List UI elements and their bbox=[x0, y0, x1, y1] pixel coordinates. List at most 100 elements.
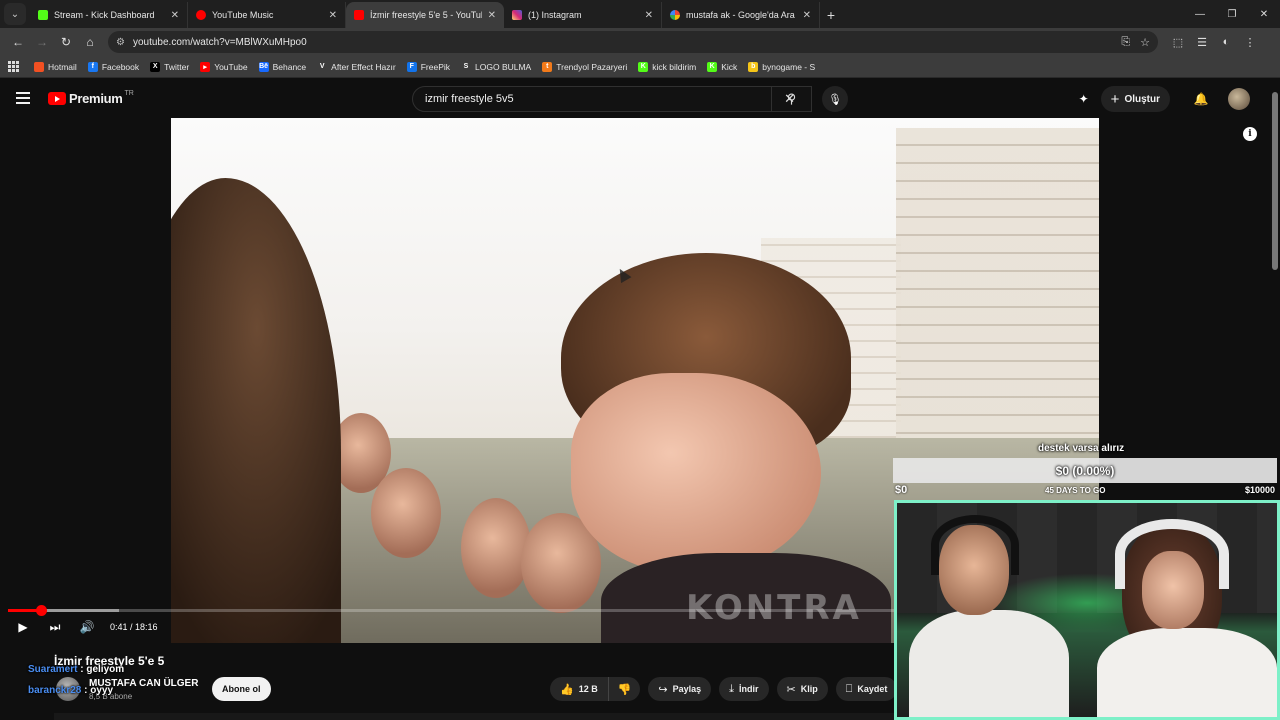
bookmark-label: Behance bbox=[272, 61, 307, 72]
chat-username: Suaramert bbox=[28, 664, 78, 675]
dislike-button[interactable]: 👎 bbox=[609, 677, 641, 701]
logo-text: Premium bbox=[69, 91, 123, 106]
close-icon[interactable]: ✕ bbox=[329, 10, 337, 21]
headphones-icon bbox=[1115, 519, 1229, 589]
search-button[interactable]: ⚲ bbox=[771, 86, 811, 112]
bookmark-3[interactable]: ▸ YouTube bbox=[200, 61, 248, 72]
extensions-icon[interactable]: ⬚ bbox=[1166, 30, 1190, 54]
youtube-logo-icon bbox=[48, 92, 66, 105]
bookmark-0[interactable]: Hotmail bbox=[34, 61, 77, 72]
header-actions: ✦ + Oluştur 🔔 bbox=[1071, 86, 1250, 112]
donation-goal-title: destek varsa alırız bbox=[1038, 443, 1125, 454]
progress-scrubber[interactable] bbox=[36, 605, 48, 616]
like-button[interactable]: 👍 12 B bbox=[550, 677, 609, 701]
webcam-person-left bbox=[909, 515, 1069, 717]
more-menu-icon[interactable]: ⋮ bbox=[1238, 30, 1262, 54]
download-button[interactable]: ⤓ İndir bbox=[719, 677, 769, 701]
create-label: Oluştur bbox=[1124, 93, 1160, 105]
back-icon[interactable]: ← bbox=[6, 30, 30, 54]
close-icon[interactable]: ✕ bbox=[488, 10, 496, 21]
home-icon[interactable]: ⌂ bbox=[78, 30, 102, 54]
bookmark-1[interactable]: f Facebook bbox=[87, 61, 139, 72]
video-crowd-face bbox=[461, 498, 531, 598]
video-actions: 👍 12 B 👎 ↪ Paylaş ⤓ İndir ✂ Klip ⎕ Kaydet bbox=[550, 677, 905, 701]
bookmark-6[interactable]: F FreePik bbox=[406, 61, 450, 72]
forward-icon[interactable]: → bbox=[30, 30, 54, 54]
address-bar[interactable]: ⚙ youtube.com/watch?v=MBlWXuMHpo0 ⎘ ☆ bbox=[108, 31, 1158, 53]
next-icon[interactable]: ⏭ bbox=[44, 617, 66, 637]
like-dislike-pill: 👍 12 B 👎 bbox=[550, 677, 641, 701]
play-icon[interactable]: ▶ bbox=[12, 617, 34, 637]
share-icon: ↪ bbox=[658, 683, 668, 696]
tab-strip: ⌄ Stream - Kick Dashboard ✕ YouTube Musi… bbox=[0, 0, 1280, 28]
close-icon[interactable]: ✕ bbox=[645, 10, 653, 21]
headphones-icon bbox=[931, 515, 1019, 575]
menu-icon[interactable] bbox=[16, 92, 30, 104]
voice-search-button[interactable]: 🎙 bbox=[822, 86, 848, 112]
apps-grid-icon[interactable] bbox=[8, 60, 20, 73]
search-value: izmir freestyle 5v5 bbox=[425, 93, 514, 105]
reload-icon[interactable]: ↻ bbox=[54, 30, 78, 54]
bookmark-2[interactable]: X Twitter bbox=[150, 61, 189, 72]
behance-icon: Bē bbox=[258, 61, 269, 72]
tab-2[interactable]: İzmir freestyle 5'e 5 - YouTube ✕ bbox=[346, 2, 504, 28]
youtube-icon: ▸ bbox=[200, 61, 211, 72]
cast-icon[interactable]: ✦ bbox=[1071, 86, 1097, 112]
tab-1[interactable]: YouTube Music ✕ bbox=[188, 2, 346, 28]
subscribe-button[interactable]: Abone ol bbox=[212, 677, 271, 701]
bookmark-label: After Effect Hazır bbox=[331, 61, 396, 72]
bookmark-5[interactable]: V After Effect Hazır bbox=[317, 61, 396, 72]
create-button[interactable]: + Oluştur bbox=[1100, 86, 1170, 112]
close-window-icon[interactable]: ✕ bbox=[1248, 0, 1280, 28]
chat-username: baranckr28 bbox=[28, 685, 82, 696]
minimize-icon[interactable]: — bbox=[1184, 0, 1216, 28]
install-app-icon[interactable]: ⎘ bbox=[1121, 36, 1130, 49]
bookmark-label: YouTube bbox=[214, 61, 248, 72]
youtube-icon bbox=[354, 10, 364, 20]
tab-title: İzmir freestyle 5'e 5 - YouTube bbox=[370, 10, 482, 20]
restore-icon[interactable]: ❐ bbox=[1216, 0, 1248, 28]
save-label: Kaydet bbox=[857, 684, 888, 694]
share-button[interactable]: ↪ Paylaş bbox=[648, 677, 712, 701]
volume-icon[interactable]: 🔊 bbox=[76, 617, 98, 637]
bookmark-11[interactable]: b bynogame - S bbox=[748, 61, 815, 72]
bookmark-4[interactable]: Bē Behance bbox=[258, 61, 307, 72]
search-input[interactable]: izmir freestyle 5v5 ✕ bbox=[412, 86, 812, 112]
video-foreground-hair bbox=[171, 178, 341, 643]
donation-amount: $0 (0.00%) bbox=[1055, 463, 1115, 478]
youtube-music-icon bbox=[196, 10, 206, 20]
microphone-icon: 🎙 bbox=[828, 93, 842, 106]
clip-button[interactable]: ✂ Klip bbox=[776, 677, 828, 701]
bookmark-8[interactable]: t Trendyol Pazaryeri bbox=[542, 61, 627, 72]
page-scrollbar[interactable] bbox=[1272, 92, 1278, 270]
new-tab-button[interactable]: + bbox=[820, 2, 842, 28]
bookmark-10[interactable]: K Kick bbox=[707, 61, 737, 72]
bookmark-9[interactable]: Kkick bildirim bbox=[638, 61, 696, 72]
video-progress-bar[interactable] bbox=[8, 605, 894, 616]
donation-goal-footer: $0 45 DAYS TO GO $10000 bbox=[893, 484, 1277, 498]
webcam-overlay bbox=[894, 500, 1280, 720]
user-avatar[interactable] bbox=[1228, 88, 1250, 110]
tab-0[interactable]: Stream - Kick Dashboard ✕ bbox=[30, 2, 188, 28]
save-button[interactable]: ⎕ Kaydet bbox=[835, 677, 898, 701]
share-label: Paylaş bbox=[672, 684, 702, 694]
site-info-icon[interactable]: ⚙ bbox=[116, 37, 125, 48]
tab-search-button[interactable]: ⌄ bbox=[4, 3, 26, 25]
tab-3[interactable]: (1) Instagram ✕ bbox=[504, 2, 662, 28]
plus-icon: + bbox=[1110, 90, 1120, 108]
bookmark-star-icon[interactable]: ☆ bbox=[1140, 36, 1150, 49]
close-icon[interactable]: ✕ bbox=[171, 10, 179, 21]
webcam-person-body bbox=[909, 610, 1069, 717]
reading-list-icon[interactable]: ☰ bbox=[1190, 30, 1214, 54]
video-time: 0:41 / 18:16 bbox=[110, 622, 158, 632]
tab-title: (1) Instagram bbox=[528, 10, 582, 20]
info-icon[interactable]: i bbox=[1243, 127, 1257, 141]
v-icon: V bbox=[317, 61, 328, 72]
close-icon[interactable]: ✕ bbox=[803, 10, 811, 21]
notifications-bell-icon[interactable]: 🔔 bbox=[1190, 88, 1212, 110]
youtube-logo[interactable]: Premium TR bbox=[48, 90, 134, 106]
bookmark-7[interactable]: S LOGO BULMA bbox=[461, 61, 531, 72]
download-icon: ⤓ bbox=[729, 682, 735, 695]
profile-icon[interactable]: ◐ bbox=[1214, 30, 1238, 54]
tab-4[interactable]: mustafa ak - Google'da Ara ✕ bbox=[662, 2, 820, 28]
